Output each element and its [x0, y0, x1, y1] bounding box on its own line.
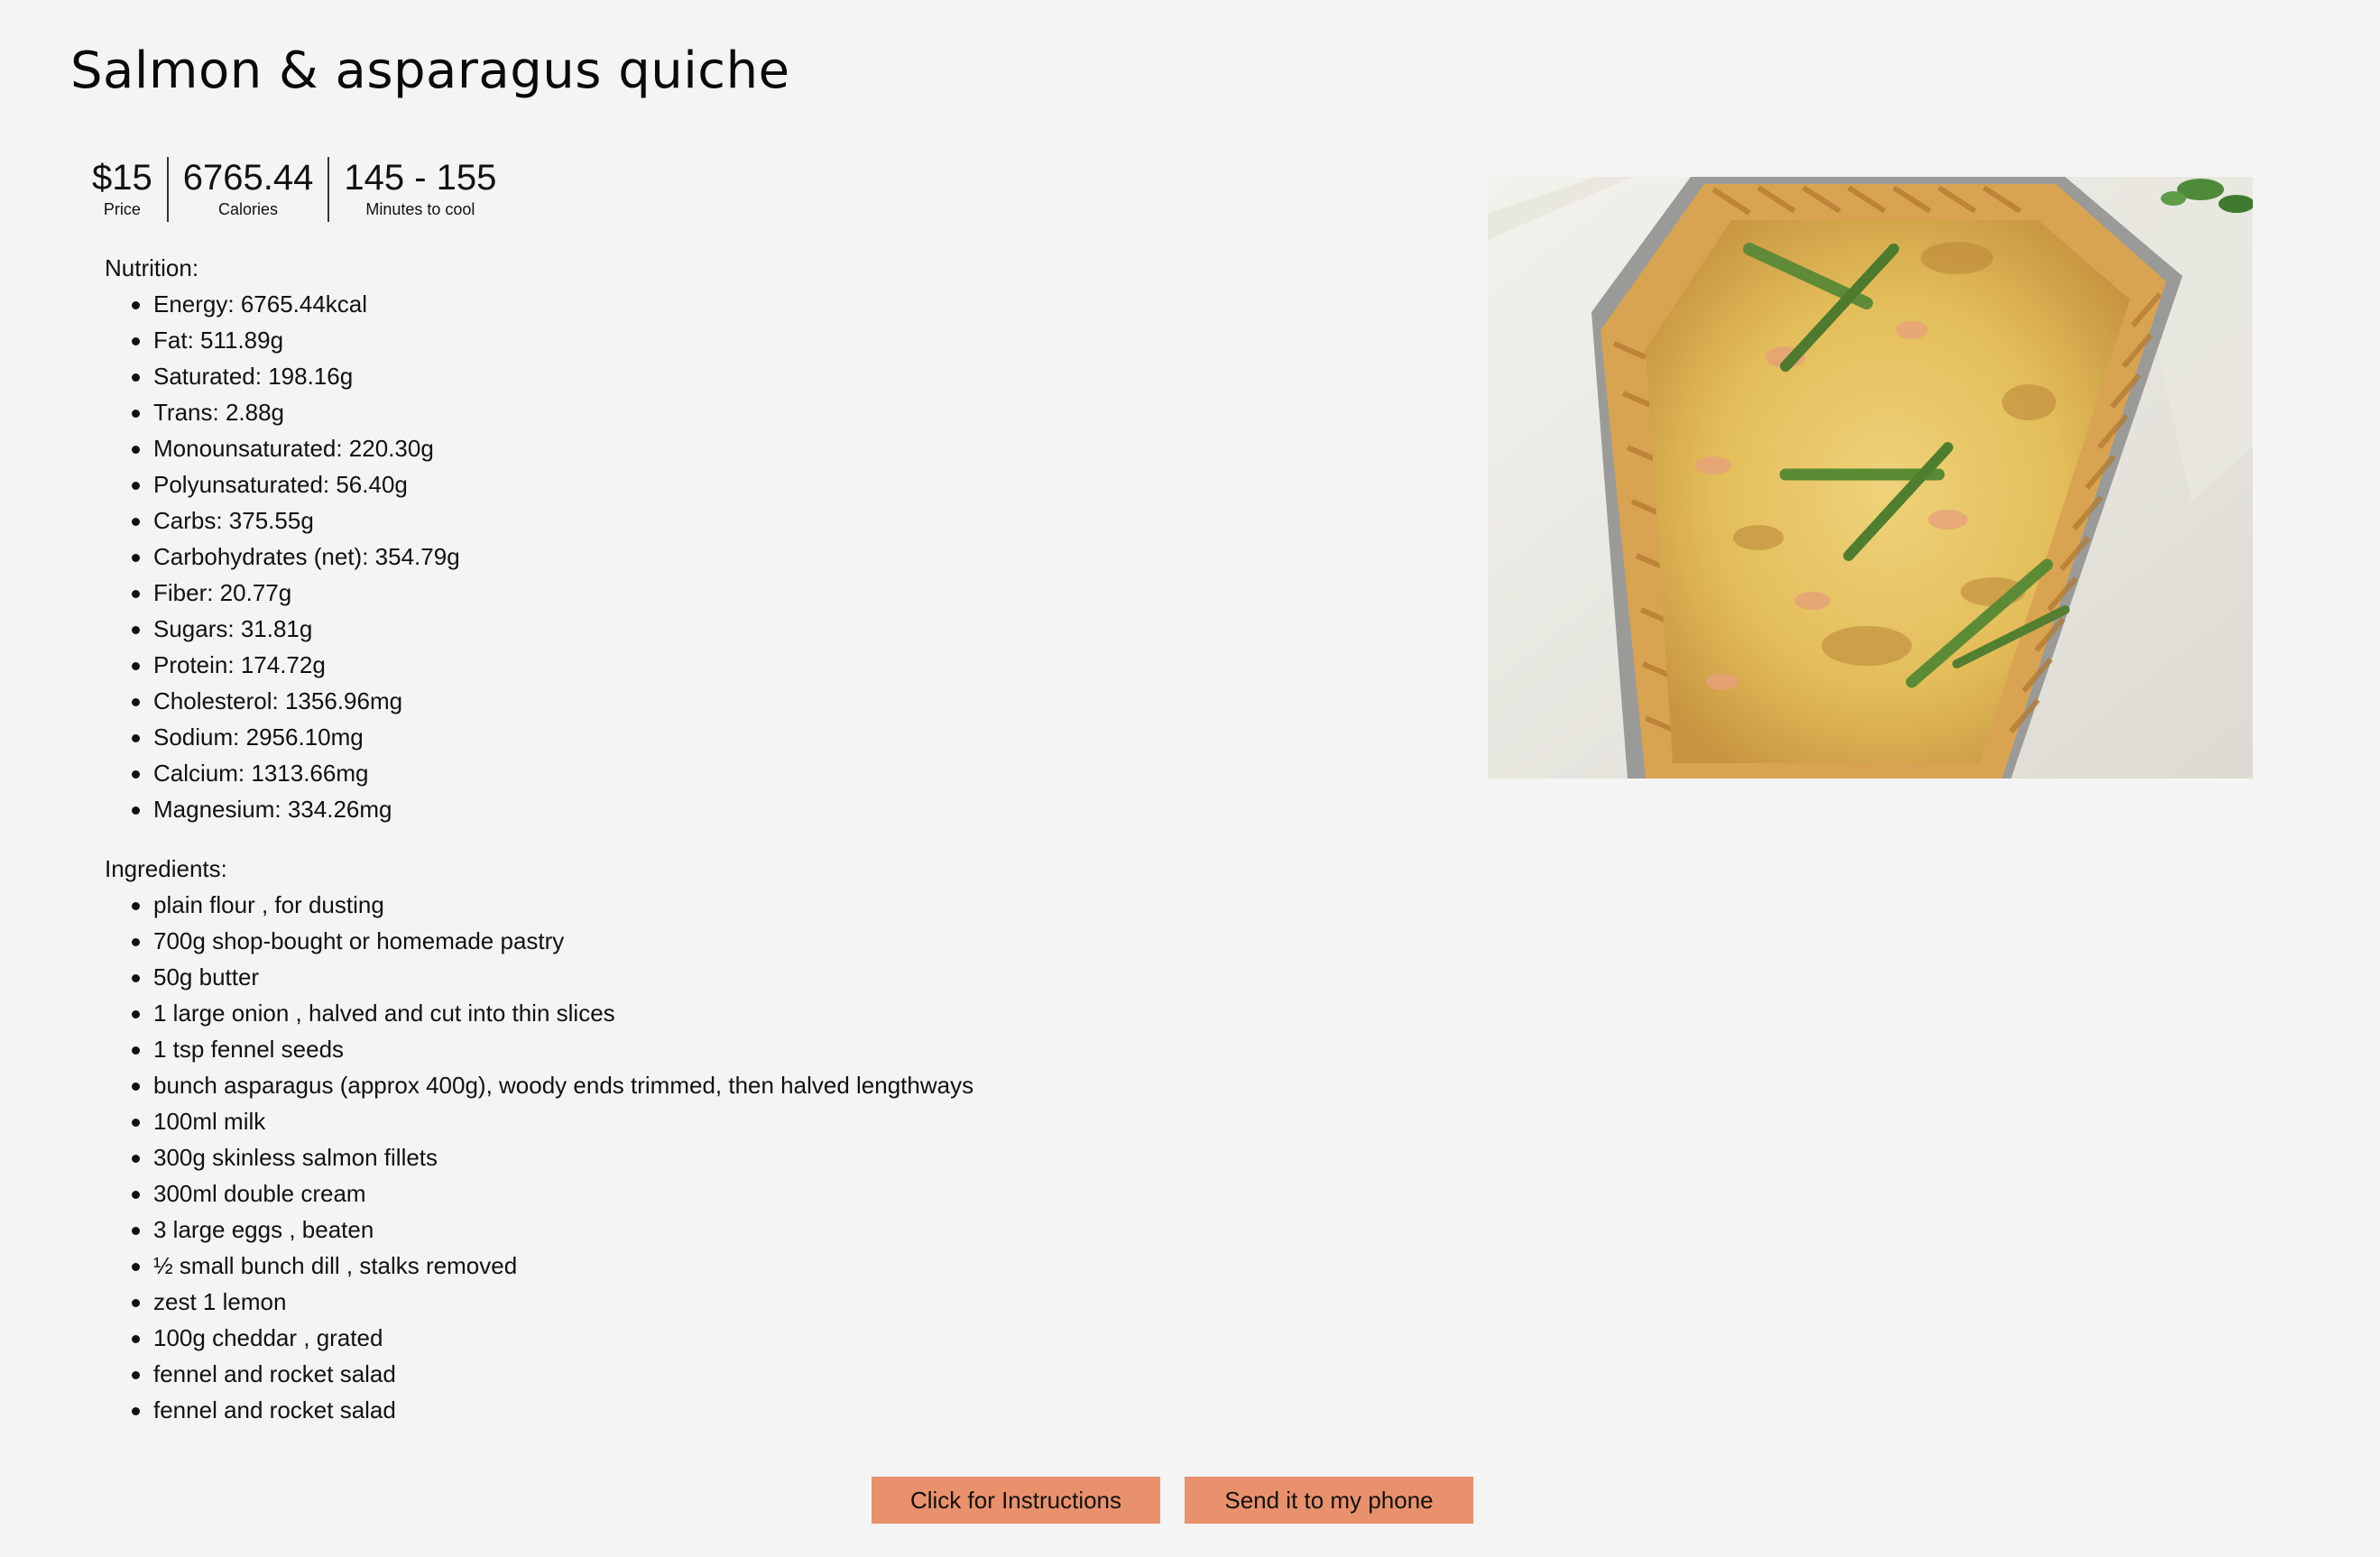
nutrition-section: Nutrition: Energy: 6765.44kcal Fat: 511.… [105, 250, 460, 827]
nutrition-item: Cholesterol: 1356.96mg [132, 683, 460, 719]
calories-stat: 6765.44 Calories [166, 157, 328, 222]
quiche-image [1488, 177, 2253, 778]
ingredient-item: 1 tsp fennel seeds [131, 1031, 973, 1067]
ingredient-item: 50g butter [131, 959, 973, 995]
instructions-button[interactable]: Click for Instructions [872, 1477, 1160, 1524]
ingredient-item: 1 large onion , halved and cut into thin… [131, 995, 973, 1031]
cool-time-value: 145 - 155 [344, 158, 497, 198]
nutrition-item: Protein: 174.72g [132, 647, 460, 683]
price-value: $15 [92, 158, 152, 198]
ingredient-item: bunch asparagus (approx 400g), woody end… [131, 1067, 973, 1103]
nutrition-item: Carbs: 375.55g [132, 502, 460, 539]
nutrition-item: Trans: 2.88g [132, 394, 460, 430]
recipe-page: Salmon & asparagus quiche $15 Price 6765… [0, 0, 2380, 1557]
cool-time-stat: 145 - 155 Minutes to cool [327, 157, 511, 222]
nutrition-item: Monounsaturated: 220.30g [132, 430, 460, 466]
ingredient-item: 100ml milk [131, 1103, 973, 1139]
ingredients-section: Ingredients: plain flour , for dusting 7… [105, 851, 973, 1428]
ingredients-list: plain flour , for dusting 700g shop-boug… [105, 887, 973, 1428]
recipe-stats: $15 Price 6765.44 Calories 145 - 155 Min… [78, 157, 511, 222]
ingredient-item: 300ml double cream [131, 1175, 973, 1212]
nutrition-heading: Nutrition: [105, 254, 199, 281]
nutrition-item: Polyunsaturated: 56.40g [132, 466, 460, 502]
nutrition-item: Magnesium: 334.26mg [132, 791, 460, 827]
ingredients-heading: Ingredients: [105, 855, 227, 882]
calories-value: 6765.44 [182, 158, 314, 198]
ingredient-item: ½ small bunch dill , stalks removed [131, 1248, 973, 1284]
ingredient-item: 300g skinless salmon fillets [131, 1139, 973, 1175]
cool-time-label: Minutes to cool [365, 200, 475, 218]
ingredient-item: 700g shop-bought or homemade pastry [131, 923, 973, 959]
nutrition-item: Energy: 6765.44kcal [132, 286, 460, 322]
ingredient-item: 100g cheddar , grated [131, 1320, 973, 1356]
nutrition-item: Carbohydrates (net): 354.79g [132, 539, 460, 575]
nutrition-item: Sodium: 2956.10mg [132, 719, 460, 755]
nutrition-item: Saturated: 198.16g [132, 358, 460, 394]
nutrition-item: Sugars: 31.81g [132, 611, 460, 647]
calories-label: Calories [218, 200, 279, 218]
nutrition-item: Calcium: 1313.66mg [132, 755, 460, 791]
ingredient-item: fennel and rocket salad [131, 1392, 973, 1428]
nutrition-list: Energy: 6765.44kcal Fat: 511.89g Saturat… [105, 286, 460, 827]
ingredient-item: fennel and rocket salad [131, 1356, 973, 1392]
ingredient-item: zest 1 lemon [131, 1284, 973, 1320]
ingredient-item: plain flour , for dusting [131, 887, 973, 923]
recipe-title: Salmon & asparagus quiche [70, 41, 790, 100]
send-to-phone-button[interactable]: Send it to my phone [1185, 1477, 1473, 1524]
nutrition-item: Fat: 511.89g [132, 322, 460, 358]
price-label: Price [103, 200, 141, 218]
price-stat: $15 Price [78, 157, 167, 222]
nutrition-item: Fiber: 20.77g [132, 575, 460, 611]
action-buttons: Click for Instructions Send it to my pho… [872, 1477, 1473, 1524]
recipe-photo [1488, 177, 2253, 778]
ingredient-item: 3 large eggs , beaten [131, 1212, 973, 1248]
